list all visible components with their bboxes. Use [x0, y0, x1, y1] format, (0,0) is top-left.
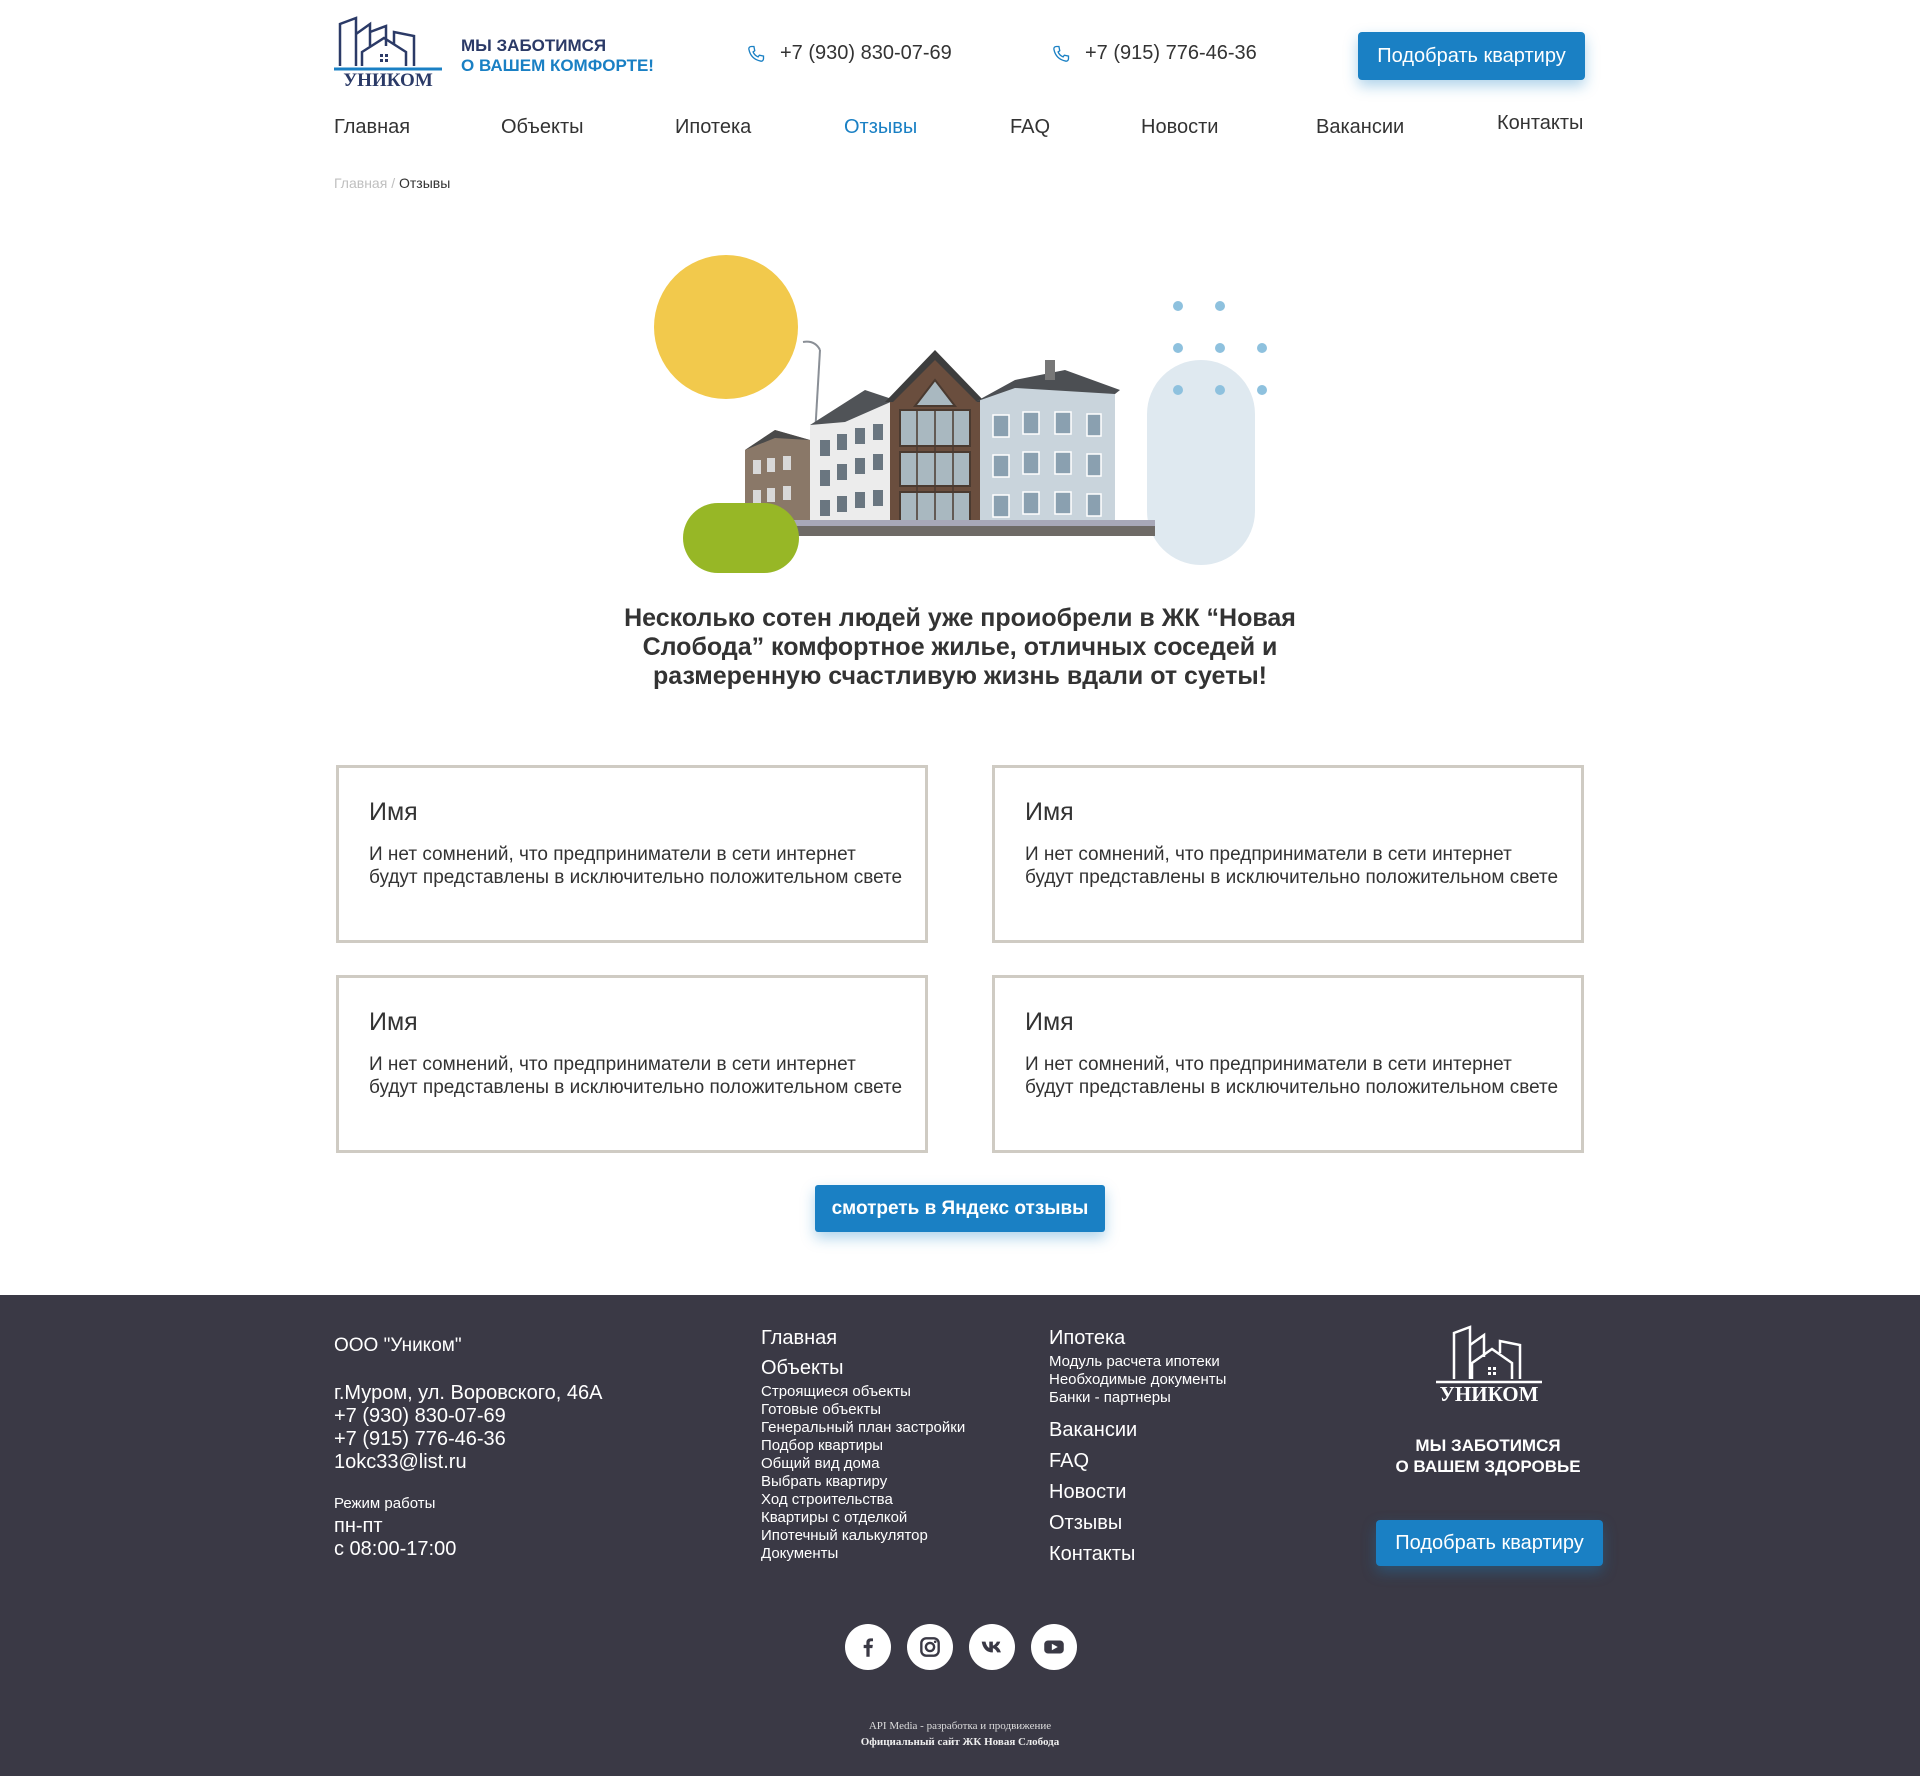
- decor-dot: [1173, 301, 1183, 311]
- footer-credit-developer[interactable]: API Media - разработка и продвижение: [0, 1720, 1920, 1732]
- choose-apartment-button[interactable]: Подобрать квартиру: [1358, 32, 1585, 80]
- footer-sublink[interactable]: Подбор квартиры: [761, 1437, 965, 1455]
- footer-link-mortgage[interactable]: Ипотека: [1049, 1323, 1226, 1353]
- footer-company: ООО "Уником": [334, 1335, 462, 1356]
- review-card: Имя И нет сомнений, что предприниматели …: [336, 765, 928, 943]
- review-text: И нет сомнений, что предприниматели в се…: [369, 844, 903, 888]
- phone-icon: [1053, 45, 1070, 62]
- footer-sublink[interactable]: Строящиеся объекты: [761, 1383, 965, 1401]
- site-footer: ООО "Уником" г.Муром, ул. Воровского, 46…: [0, 1295, 1920, 1776]
- decor-green-pill: [683, 503, 799, 573]
- footer-sublink[interactable]: Выбрать квартиру: [761, 1473, 965, 1491]
- nav-item-faq[interactable]: FAQ: [1010, 116, 1050, 139]
- footer-address: г.Муром, ул. Воровского, 46А: [334, 1382, 603, 1404]
- footer-link-vacancies[interactable]: Вакансии: [1049, 1415, 1226, 1446]
- footer-tagline: МЫ ЗАБОТИМСЯ О ВАШЕМ ЗДОРОВЬЕ: [1338, 1435, 1638, 1477]
- nav-item-news[interactable]: Новости: [1141, 116, 1218, 139]
- breadcrumb: Главная / Отзывы: [334, 175, 450, 191]
- review-card: Имя И нет сомнений, что предприниматели …: [992, 765, 1584, 943]
- yandex-reviews-button[interactable]: смотреть в Яндекс отзывы: [815, 1185, 1105, 1232]
- tagline-line2: О ВАШЕМ КОМФОРТЕ!: [461, 56, 654, 75]
- review-text: И нет сомнений, что предприниматели в се…: [1025, 844, 1559, 888]
- hero-text: Несколько сотен людей уже проиобрели в Ж…: [624, 604, 1296, 690]
- footer-tagline-line1: МЫ ЗАБОТИМСЯ: [1415, 1436, 1561, 1455]
- nav-item-home[interactable]: Главная: [334, 116, 410, 139]
- footer-credit-site: Официальный сайт ЖК Новая Слобода: [860, 1736, 1060, 1748]
- main-nav: Главная Объекты Ипотека Отзывы FAQ Новос…: [334, 112, 1590, 144]
- footer-choose-apartment-button[interactable]: Подобрать квартиру: [1376, 1520, 1603, 1566]
- facebook-icon[interactable]: [845, 1624, 891, 1670]
- footer-hours-time: с 08:00-17:00: [334, 1538, 457, 1560]
- decor-dot: [1257, 343, 1267, 353]
- footer-sublink[interactable]: Модуль расчета ипотеки: [1049, 1353, 1226, 1371]
- footer-phone-1[interactable]: +7 (930) 830-07-69: [334, 1405, 602, 1428]
- footer-sublink[interactable]: Генеральный план застройки: [761, 1419, 965, 1437]
- footer-link-faq[interactable]: FAQ: [1049, 1446, 1226, 1477]
- footer-sublink[interactable]: Готовые объекты: [761, 1401, 965, 1419]
- footer-link-reviews[interactable]: Отзывы: [1049, 1508, 1226, 1539]
- footer-hours: пн-пт с 08:00-17:00: [334, 1515, 456, 1561]
- footer-sublink[interactable]: Квартиры с отделкой: [761, 1509, 965, 1527]
- footer-link-objects[interactable]: Объекты: [761, 1353, 965, 1383]
- svg-text:УНИКОМ: УНИКОМ: [1440, 1382, 1539, 1403]
- review-text: И нет сомнений, что предприниматели в се…: [1025, 1054, 1559, 1098]
- footer-link-contacts[interactable]: Контакты: [1049, 1539, 1226, 1570]
- footer-hours-label: Режим работы: [334, 1495, 436, 1512]
- footer-sublink[interactable]: Ход строительства: [761, 1491, 965, 1509]
- breadcrumb-separator: /: [391, 175, 396, 191]
- decor-dot: [1215, 385, 1225, 395]
- footer-tagline-line2: О ВАШЕМ ЗДОРОВЬЕ: [1395, 1457, 1581, 1476]
- review-name: Имя: [1025, 1008, 1074, 1036]
- review-card: Имя И нет сомнений, что предприниматели …: [992, 975, 1584, 1153]
- review-name: Имя: [1025, 798, 1074, 826]
- footer-nav-col-1: Главная Объекты Строящиеся объекты Готов…: [761, 1323, 965, 1563]
- nav-item-objects[interactable]: Объекты: [501, 116, 583, 139]
- footer-unikom-logo[interactable]: УНИКОМ: [1428, 1323, 1550, 1403]
- footer-nav-col-2: Ипотека Модуль расчета ипотеки Необходим…: [1049, 1323, 1226, 1570]
- youtube-icon[interactable]: [1031, 1624, 1077, 1670]
- review-name: Имя: [369, 1008, 418, 1036]
- header-phone-1[interactable]: +7 (930) 830-07-69: [746, 42, 952, 65]
- phone-1-text: +7 (930) 830-07-69: [780, 42, 952, 64]
- hero-illustration: [640, 250, 1280, 580]
- footer-sublink[interactable]: Банки - партнеры: [1049, 1389, 1226, 1407]
- nav-item-mortgage[interactable]: Ипотека: [675, 116, 751, 139]
- tagline-line1: МЫ ЗАБОТИМСЯ: [461, 36, 607, 55]
- footer-link-home[interactable]: Главная: [761, 1323, 965, 1353]
- vk-icon[interactable]: [969, 1624, 1015, 1670]
- footer-sublink[interactable]: Общий вид дома: [761, 1455, 965, 1473]
- footer-contacts: г.Муром, ул. Воровского, 46А +7 (930) 83…: [334, 1382, 602, 1474]
- review-text: И нет сомнений, что предприниматели в се…: [369, 1054, 903, 1098]
- nav-item-vacancies[interactable]: Вакансии: [1316, 116, 1404, 139]
- review-card: Имя И нет сомнений, что предприниматели …: [336, 975, 928, 1153]
- footer-hours-days: пн-пт: [334, 1515, 383, 1537]
- social-links: [845, 1624, 1077, 1670]
- footer-sublink[interactable]: Необходимые документы: [1049, 1371, 1226, 1389]
- breadcrumb-current: Отзывы: [398, 175, 451, 191]
- footer-sublink[interactable]: Документы: [761, 1545, 965, 1563]
- phone-icon: [748, 45, 765, 62]
- decor-dot: [1257, 385, 1267, 395]
- footer-link-news[interactable]: Новости: [1049, 1477, 1226, 1508]
- decor-dot: [1215, 301, 1225, 311]
- breadcrumb-home[interactable]: Главная: [334, 175, 387, 191]
- review-name: Имя: [369, 798, 418, 826]
- decor-dot: [1215, 343, 1225, 353]
- nav-item-contacts[interactable]: Контакты: [1497, 112, 1583, 135]
- phone-2-text: +7 (915) 776-46-36: [1085, 42, 1257, 64]
- footer-email[interactable]: 1okc33@list.ru: [334, 1451, 602, 1474]
- header-phone-2[interactable]: +7 (915) 776-46-36: [1051, 42, 1257, 65]
- unikom-logo[interactable]: УНИКОМ: [334, 16, 442, 88]
- svg-text:УНИКОМ: УНИКОМ: [343, 70, 433, 88]
- footer-sublink[interactable]: Ипотечный калькулятор: [761, 1527, 965, 1545]
- footer-phone-2[interactable]: +7 (915) 776-46-36: [334, 1428, 602, 1451]
- instagram-icon[interactable]: [907, 1624, 953, 1670]
- site-header: УНИКОМ МЫ ЗАБОТИМСЯ О ВАШЕМ КОМФОРТЕ! +7…: [0, 0, 1920, 100]
- nav-item-reviews[interactable]: Отзывы: [844, 116, 917, 139]
- header-tagline: МЫ ЗАБОТИМСЯ О ВАШЕМ КОМФОРТЕ!: [461, 36, 654, 76]
